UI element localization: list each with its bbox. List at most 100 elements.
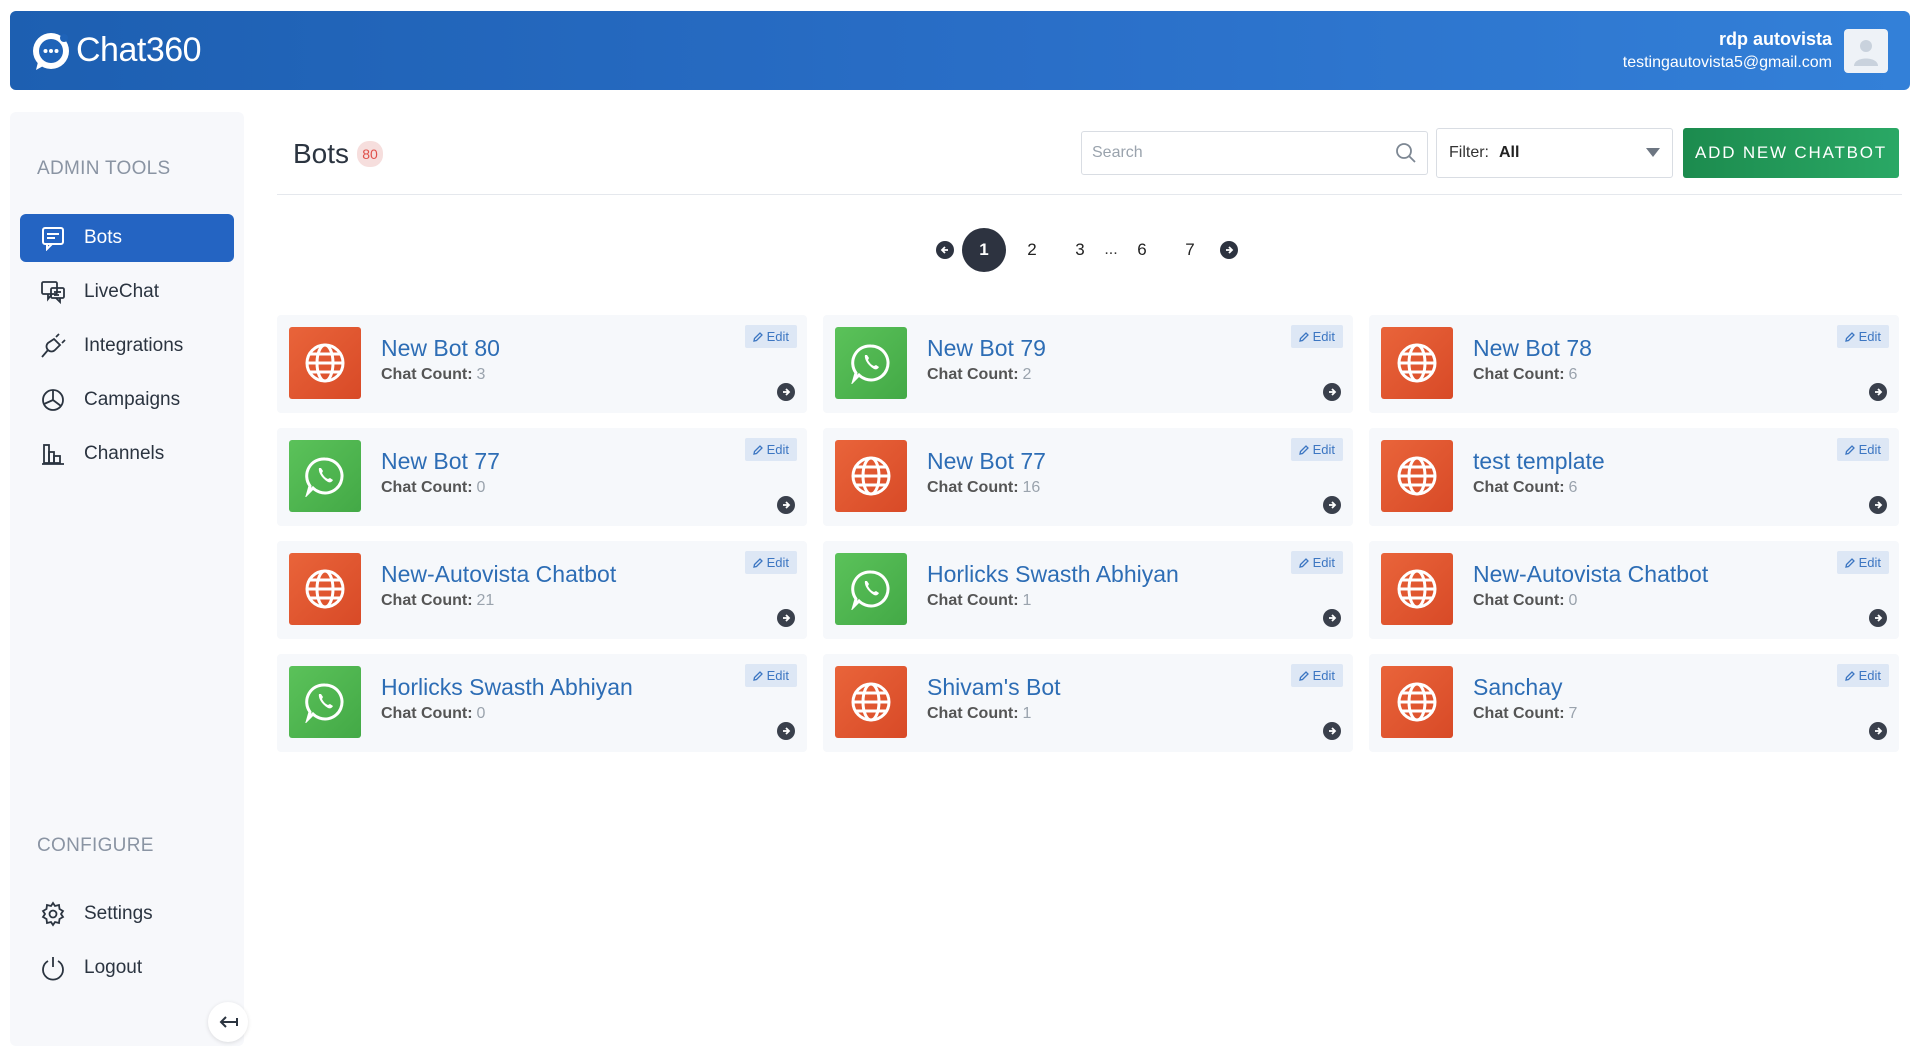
sidebar-item-bots[interactable]: Bots	[20, 214, 234, 262]
bot-name-link[interactable]: test template	[1473, 448, 1605, 475]
filter-dropdown[interactable]: Filter: All	[1436, 128, 1673, 178]
pencil-icon	[752, 557, 763, 568]
edit-bot-button[interactable]: Edit	[744, 664, 797, 687]
bot-name-link[interactable]: New Bot 80	[381, 335, 500, 362]
edit-bot-button[interactable]: Edit	[1836, 664, 1889, 687]
whatsapp-icon	[305, 457, 344, 497]
edit-label: Edit	[1858, 329, 1881, 344]
user-menu[interactable]: rdp autovista testingautovista5@gmail.co…	[1623, 28, 1888, 73]
sidebar-item-livechat[interactable]: LiveChat	[20, 268, 234, 316]
edit-bot-button[interactable]: Edit	[744, 325, 797, 348]
bot-name-link[interactable]: Shivam's Bot	[927, 674, 1061, 701]
admin-tools-heading: ADMIN TOOLS	[37, 158, 171, 179]
edit-bot-button[interactable]: Edit	[1836, 438, 1889, 461]
sidebar-item-integrations[interactable]: Integrations	[20, 322, 234, 370]
pencil-icon	[1298, 670, 1309, 681]
bot-card[interactable]: New Bot 77 Chat Count: 16 Edit	[823, 428, 1353, 526]
bot-card[interactable]: New Bot 80 Chat Count: 3 Edit	[277, 315, 807, 413]
collapse-sidebar-button[interactable]	[208, 1002, 248, 1042]
open-bot-arrow-icon[interactable]	[1869, 722, 1887, 740]
bot-name-link[interactable]: Sanchay	[1473, 674, 1563, 701]
page-7-button[interactable]: 7	[1168, 228, 1212, 272]
open-bot-arrow-icon[interactable]	[1869, 383, 1887, 401]
edit-label: Edit	[1312, 329, 1335, 344]
chat-count-value: 3	[476, 366, 486, 383]
page-3-button[interactable]: 3	[1058, 228, 1102, 272]
bot-name-link[interactable]: New Bot 79	[927, 335, 1046, 362]
chat-count: Chat Count: 0	[1473, 592, 1577, 610]
bot-card[interactable]: New-Autovista Chatbot Chat Count: 0 Edit	[1369, 541, 1899, 639]
web-channel-badge	[1381, 553, 1453, 625]
web-channel-badge	[835, 666, 907, 738]
open-bot-arrow-icon[interactable]	[1323, 383, 1341, 401]
open-bot-arrow-icon[interactable]	[777, 496, 795, 514]
bot-card[interactable]: New Bot 77 Chat Count: 0 Edit	[277, 428, 807, 526]
bot-name-link[interactable]: New Bot 77	[381, 448, 500, 475]
open-bot-arrow-icon[interactable]	[777, 383, 795, 401]
chat-count-label: Chat Count:	[1473, 592, 1565, 609]
chat-count-value: 0	[476, 705, 486, 722]
sidebar-item-channels[interactable]: Channels	[20, 430, 234, 478]
bot-card[interactable]: Sanchay Chat Count: 7 Edit	[1369, 654, 1899, 752]
sidebar-item-logout[interactable]: Logout	[20, 944, 234, 992]
edit-bot-button[interactable]: Edit	[1836, 551, 1889, 574]
bot-name-link[interactable]: Horlicks Swasth Abhiyan	[381, 674, 633, 701]
edit-bot-button[interactable]: Edit	[1836, 325, 1889, 348]
web-channel-badge	[1381, 440, 1453, 512]
sidebar-item-label: Logout	[84, 957, 143, 978]
sidebar-item-settings[interactable]: Settings	[20, 890, 234, 938]
edit-bot-button[interactable]: Edit	[1290, 438, 1343, 461]
bot-card[interactable]: New-Autovista Chatbot Chat Count: 21 Edit	[277, 541, 807, 639]
bot-name-link[interactable]: New-Autovista Chatbot	[381, 561, 616, 588]
bot-name-link[interactable]: New Bot 77	[927, 448, 1046, 475]
page-2-button[interactable]: 2	[1010, 228, 1054, 272]
whatsapp-channel-badge	[835, 327, 907, 399]
avatar[interactable]	[1844, 28, 1888, 73]
bot-card[interactable]: Horlicks Swasth Abhiyan Chat Count: 1 Edit	[823, 541, 1353, 639]
bot-name-link[interactable]: New-Autovista Chatbot	[1473, 561, 1708, 588]
bot-card[interactable]: New Bot 78 Chat Count: 6 Edit	[1369, 315, 1899, 413]
chat-count-label: Chat Count:	[927, 705, 1019, 722]
search-box[interactable]	[1081, 131, 1428, 175]
open-bot-arrow-icon[interactable]	[1323, 609, 1341, 627]
whatsapp-icon	[851, 344, 890, 384]
chat-count-label: Chat Count:	[381, 592, 473, 609]
chat-count-label: Chat Count:	[1473, 366, 1565, 383]
chat-count-value: 2	[1022, 366, 1032, 383]
bot-card[interactable]: test template Chat Count: 6 Edit	[1369, 428, 1899, 526]
page-1-button[interactable]: 1	[962, 228, 1006, 272]
prev-page-icon[interactable]	[936, 241, 954, 259]
edit-label: Edit	[1312, 442, 1335, 457]
edit-label: Edit	[1858, 668, 1881, 683]
power-icon	[42, 957, 64, 981]
bot-card[interactable]: Horlicks Swasth Abhiyan Chat Count: 0 Edit	[277, 654, 807, 752]
open-bot-arrow-icon[interactable]	[1869, 609, 1887, 627]
globe-icon	[1397, 682, 1437, 722]
edit-bot-button[interactable]: Edit	[1290, 664, 1343, 687]
bot-name-link[interactable]: New Bot 78	[1473, 335, 1592, 362]
logo[interactable]: Chat360	[30, 30, 202, 72]
bot-card[interactable]: Shivam's Bot Chat Count: 1 Edit	[823, 654, 1353, 752]
edit-bot-button[interactable]: Edit	[744, 551, 797, 574]
next-page-icon[interactable]	[1220, 241, 1238, 259]
add-new-chatbot-button[interactable]: ADD NEW CHATBOT	[1683, 128, 1899, 178]
open-bot-arrow-icon[interactable]	[1323, 722, 1341, 740]
search-icon[interactable]	[1395, 142, 1417, 164]
pencil-icon	[1298, 444, 1309, 455]
edit-bot-button[interactable]: Edit	[744, 438, 797, 461]
edit-bot-button[interactable]: Edit	[1290, 551, 1343, 574]
bot-card[interactable]: New Bot 79 Chat Count: 2 Edit	[823, 315, 1353, 413]
open-bot-arrow-icon[interactable]	[777, 609, 795, 627]
bot-name-link[interactable]: Horlicks Swasth Abhiyan	[927, 561, 1179, 588]
page-6-button[interactable]: 6	[1120, 228, 1164, 272]
edit-bot-button[interactable]: Edit	[1290, 325, 1343, 348]
edit-label: Edit	[766, 442, 789, 457]
whatsapp-channel-badge	[835, 553, 907, 625]
search-input[interactable]	[1092, 144, 1395, 162]
open-bot-arrow-icon[interactable]	[777, 722, 795, 740]
sidebar-item-campaigns[interactable]: Campaigns	[20, 376, 234, 424]
open-bot-arrow-icon[interactable]	[1323, 496, 1341, 514]
chat-count-label: Chat Count:	[927, 479, 1019, 496]
open-bot-arrow-icon[interactable]	[1869, 496, 1887, 514]
edit-label: Edit	[766, 555, 789, 570]
